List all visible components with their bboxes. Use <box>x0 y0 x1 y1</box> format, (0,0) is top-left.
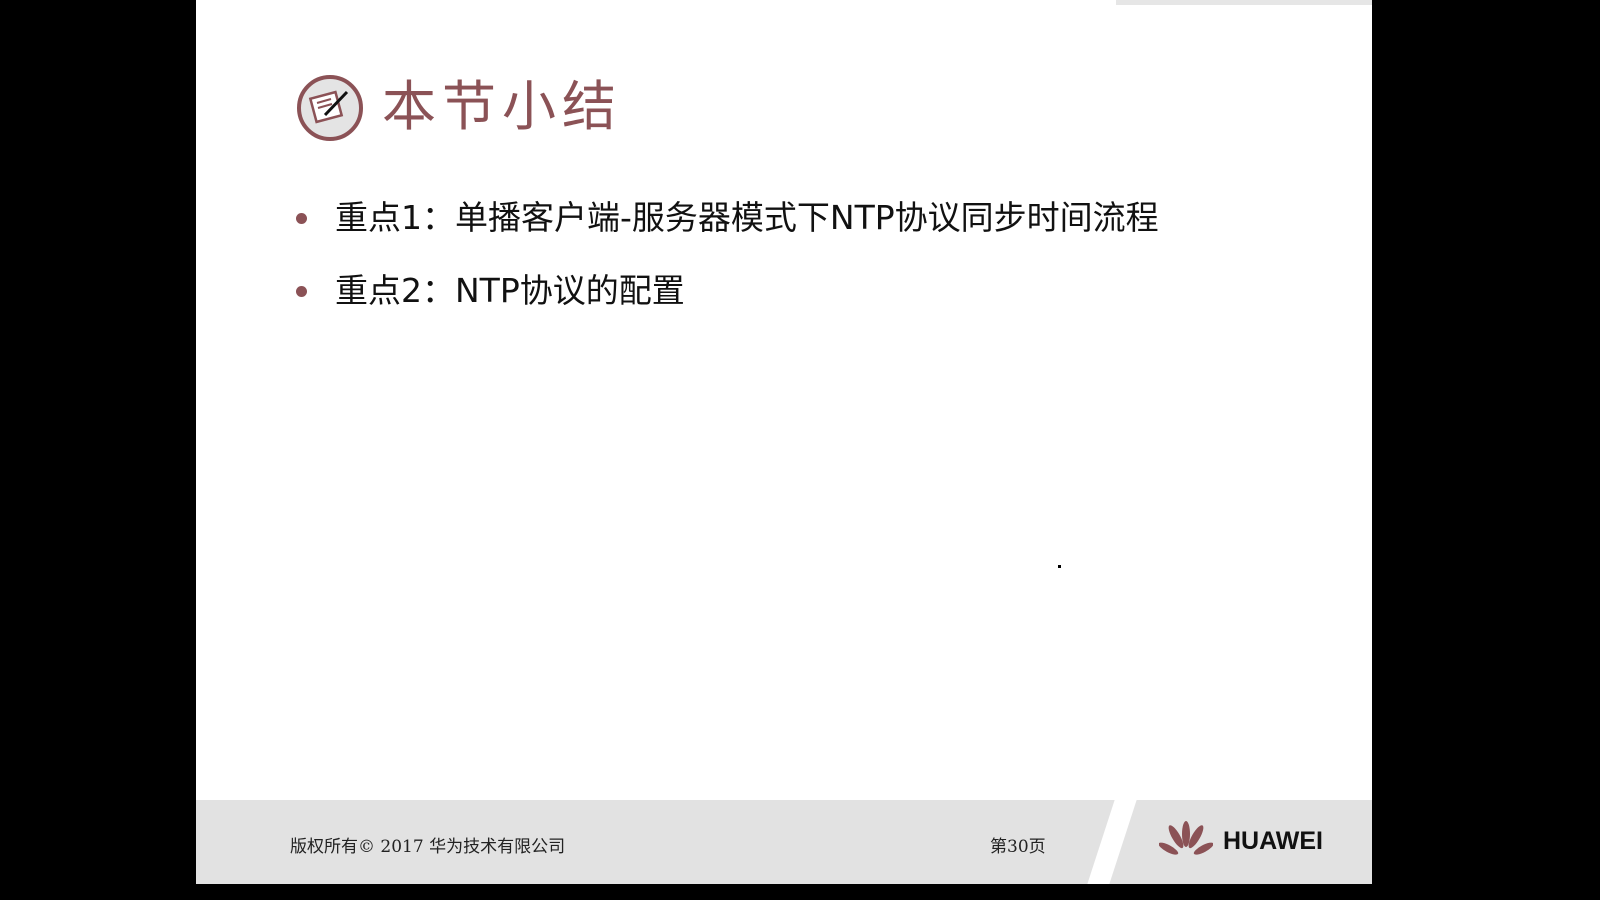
top-bar <box>1116 0 1372 5</box>
bullet-item: 重点2：NTP协议的配置 <box>296 269 685 313</box>
bullet-dot-icon <box>296 212 307 224</box>
slide: 本节小结 重点1：单播客户端-服务器模式下NTP协议同步时间流程 重点2：NTP… <box>196 0 1372 884</box>
bullet-text: 重点1：单播客户端-服务器模式下NTP协议同步时间流程 <box>335 198 1159 237</box>
mouse-cursor <box>1058 565 1061 568</box>
footer-divider <box>1087 800 1137 884</box>
huawei-logo: HUAWEI <box>1159 820 1323 862</box>
page-number: 第30页 <box>990 837 1046 857</box>
bullet-text: 重点2：NTP协议的配置 <box>335 271 685 310</box>
bullet-item: 重点1：单播客户端-服务器模式下NTP协议同步时间流程 <box>296 196 1159 240</box>
notes-pen-icon <box>297 75 363 141</box>
slide-title: 本节小结 <box>382 75 622 138</box>
footer: 版权所有© 2017 华为技术有限公司 第30页 HUAWEI <box>196 800 1372 884</box>
bullet-dot-icon <box>296 285 307 297</box>
brand-name: HUAWEI <box>1223 826 1323 855</box>
huawei-petals-icon <box>1159 821 1213 855</box>
copyright-text: 版权所有© 2017 华为技术有限公司 <box>290 837 566 857</box>
